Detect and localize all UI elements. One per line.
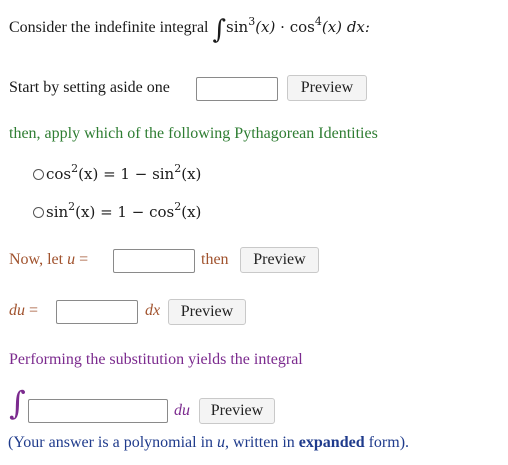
radio-option-2[interactable] (33, 207, 44, 218)
answer-note: (Your answer is a polynomial in u, writt… (8, 434, 410, 451)
now-let-label: Now, let u = (9, 251, 89, 268)
integral-sign: ∫ (212, 15, 227, 45)
identity-option-2-text: sin2(x) = 1 − cos2(x) (46, 200, 202, 221)
set-aside-input[interactable] (196, 77, 278, 101)
expanded-keyword: expanded (298, 434, 365, 451)
step3-preview-button[interactable]: Preview (240, 247, 319, 273)
step4-preview-button[interactable]: Preview (168, 299, 246, 325)
u-substitution-input[interactable] (113, 249, 195, 273)
du-label: du = (9, 302, 39, 319)
intro-text: Consider the indefinite integral (9, 19, 209, 36)
step1-preview-button[interactable]: Preview (287, 75, 367, 101)
step1-label: Start by setting aside one (9, 79, 170, 96)
integral-sign-final: ∫ (9, 384, 26, 422)
identity-option-1[interactable]: cos2(x) = 1 − sin2(x) (33, 162, 202, 184)
integral-answer-input[interactable] (28, 399, 168, 423)
radio-option-1[interactable] (33, 169, 44, 180)
integrand: sin3(x) · cos4(x) dx: (226, 15, 370, 36)
du-final-label: du (174, 402, 190, 419)
du-input[interactable] (56, 300, 138, 324)
dx-label: dx (145, 302, 161, 319)
then-label: then (201, 251, 229, 268)
identity-option-1-text: cos2(x) = 1 − sin2(x) (46, 162, 202, 183)
identity-option-2[interactable]: sin2(x) = 1 − cos2(x) (33, 200, 202, 222)
problem-statement: Consider the indefinite integral ∫sin3(x… (9, 15, 370, 45)
substitution-text: Performing the substitution yields the i… (9, 351, 303, 368)
step5-preview-button[interactable]: Preview (199, 398, 275, 424)
identity-question: then, apply which of the following Pytha… (9, 125, 378, 142)
